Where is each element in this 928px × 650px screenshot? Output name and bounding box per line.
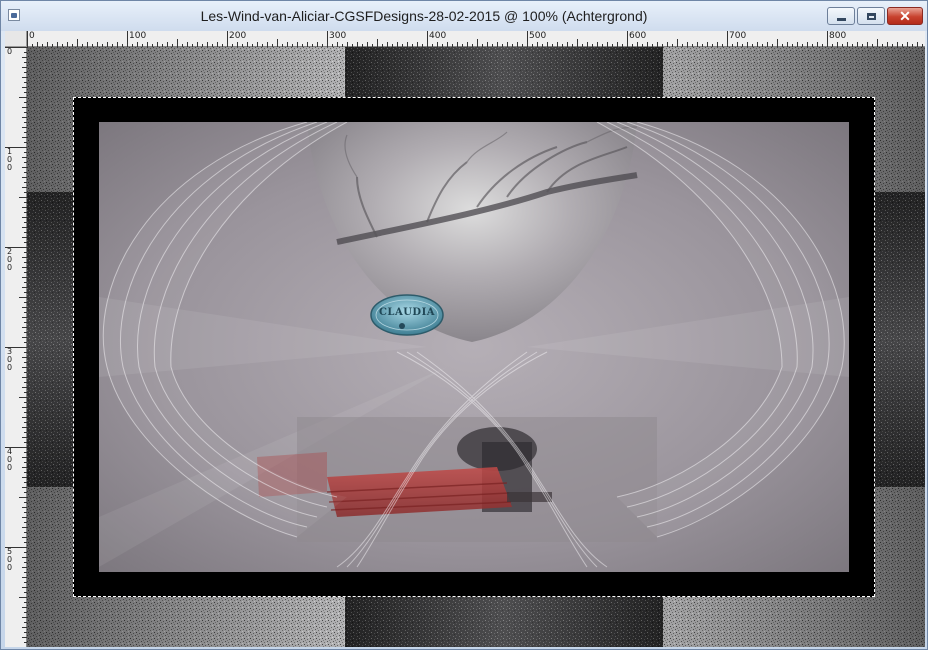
selection-marquee[interactable] [73, 97, 875, 597]
vruler-label: 400 [7, 447, 13, 472]
hruler-label: 300 [329, 31, 347, 41]
hruler-label: 500 [529, 31, 547, 41]
hruler-label: 800 [829, 31, 847, 41]
maximize-icon [866, 12, 876, 20]
close-button[interactable]: ✕ [887, 7, 923, 25]
window-title: Les-Wind-van-Aliciar-CGSFDesigns-28-02-2… [200, 8, 648, 24]
minimize-icon [836, 17, 846, 21]
hruler-label: 700 [729, 31, 747, 41]
hruler-label: 200 [229, 31, 247, 41]
horizontal-ruler-ticks [27, 31, 923, 47]
vruler-label: 500 [7, 547, 13, 572]
image-canvas[interactable]: CLAUDIA [27, 47, 925, 647]
hruler-label: 0 [29, 31, 35, 41]
hruler-label: 400 [429, 31, 447, 41]
vertical-ruler[interactable]: 0 100 200 300 400 500 [5, 47, 27, 647]
vruler-label: 100 [7, 147, 13, 172]
ruler-corner [5, 31, 27, 47]
close-icon: ✕ [899, 8, 911, 24]
vruler-label: 300 [7, 347, 13, 372]
maximize-button[interactable] [857, 7, 885, 25]
image-document-window: Les-Wind-van-Aliciar-CGSFDesigns-28-02-2… [0, 0, 928, 650]
minimize-button[interactable] [827, 7, 855, 25]
vruler-label: 0 [7, 47, 13, 56]
hruler-label: 100 [129, 31, 147, 41]
horizontal-ruler[interactable]: 0 100 200 300 400 500 600 700 800 [27, 31, 925, 47]
vruler-label: 200 [7, 247, 13, 272]
title-bar[interactable]: Les-Wind-van-Aliciar-CGSFDesigns-28-02-2… [1, 1, 927, 31]
hruler-label: 600 [629, 31, 647, 41]
